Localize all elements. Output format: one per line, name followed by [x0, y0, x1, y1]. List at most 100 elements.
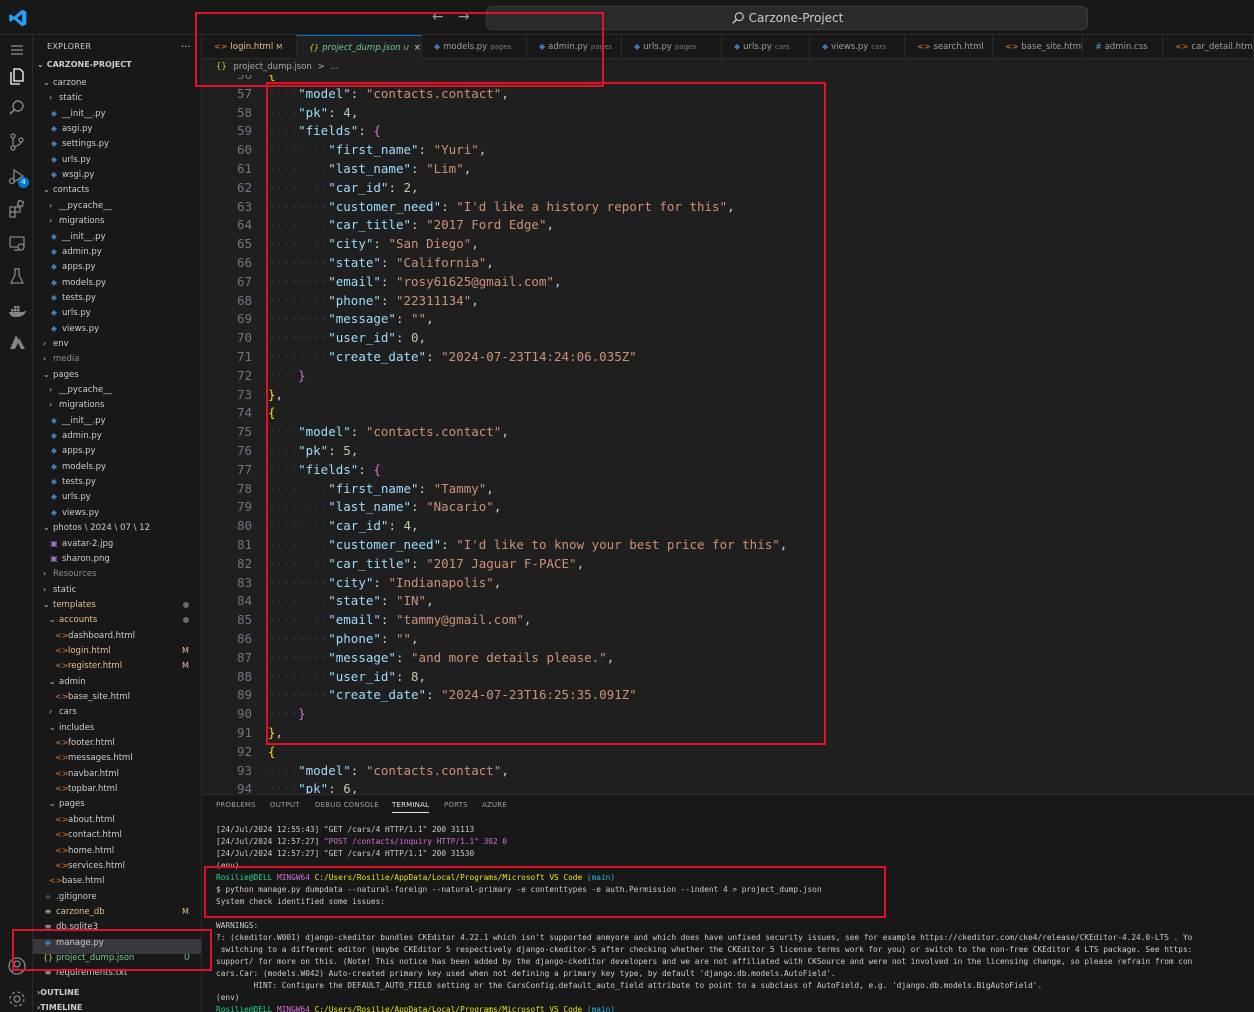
- breadcrumb[interactable]: {} project_dump.json > ...: [202, 59, 1254, 75]
- back-arrow-icon[interactable]: ←: [432, 9, 444, 25]
- tree-item[interactable]: ⌄ photos \ 2024 \ 07 \ 12: [43, 520, 150, 535]
- tree-item[interactable]: ◆ wsgi.py: [49, 167, 94, 182]
- tree-item[interactable]: ◈ .gitignore: [43, 889, 97, 904]
- tree-item[interactable]: <>about.html: [55, 812, 115, 827]
- command-center-search[interactable]: Carzone-Project: [486, 6, 1088, 30]
- tree-item[interactable]: › Resources: [43, 566, 96, 581]
- editor-tab[interactable]: ◆ admin.py pages: [527, 35, 622, 59]
- tree-item[interactable]: ◆ urls.py: [49, 152, 91, 167]
- tree-item[interactable]: › media: [43, 351, 79, 366]
- tree-item[interactable]: ◆ admin.py: [49, 428, 102, 443]
- source-control-icon[interactable]: [6, 131, 28, 153]
- tree-item[interactable]: ◆ urls.py: [49, 305, 91, 320]
- editor-tab[interactable]: <> login.html M: [202, 35, 297, 59]
- timeline-section[interactable]: ›TIMELINE: [37, 1003, 82, 1012]
- tree-item[interactable]: <>home.html: [55, 843, 114, 858]
- accounts-icon[interactable]: [6, 955, 28, 977]
- docker-icon[interactable]: [6, 299, 28, 321]
- tree-item[interactable]: ◆ __init__.py: [49, 413, 106, 428]
- code-editor[interactable]: 56 {57 ····"model": "contacts.contact", 58 ·…: [202, 75, 1254, 794]
- tree-item[interactable]: <>dashboard.html: [55, 628, 135, 643]
- breadcrumb-file[interactable]: project_dump.json: [234, 62, 312, 72]
- panel-tab[interactable]: AZURE: [482, 801, 507, 809]
- editor-tab[interactable]: ◆ urls.py cars: [722, 35, 810, 59]
- menu-icon[interactable]: [6, 39, 28, 61]
- tree-item[interactable]: ◆ tests.py: [49, 290, 96, 305]
- tree-item[interactable]: ⌄ includes: [49, 720, 94, 735]
- project-section-header[interactable]: ⌄ CARZONE-PROJECT: [37, 60, 132, 69]
- panel-tab[interactable]: PROBLEMS: [216, 801, 256, 809]
- tree-item[interactable]: ◆ models.py: [49, 459, 106, 474]
- extensions-icon[interactable]: [6, 198, 28, 220]
- editor-tab[interactable]: # admin.css: [1083, 35, 1163, 59]
- azure-icon[interactable]: [6, 331, 28, 353]
- tree-item[interactable]: ≡ requirements.txt: [43, 965, 128, 980]
- tree-item[interactable]: ◆ __init__.py: [49, 106, 106, 121]
- tree-item[interactable]: ◆ admin.py: [49, 244, 102, 259]
- tree-item[interactable]: ≡ db.sqlite3: [43, 919, 98, 934]
- run-debug-icon[interactable]: [6, 165, 28, 187]
- tree-item[interactable]: › cars: [49, 704, 77, 719]
- editor-tab[interactable]: <> search.html: [905, 35, 993, 59]
- panel-tab[interactable]: TERMINAL: [392, 801, 430, 813]
- explorer-files-icon[interactable]: [6, 65, 28, 87]
- tree-item[interactable]: ◆ settings.py: [49, 136, 109, 151]
- tree-item[interactable]: <>base_site.html: [55, 689, 130, 704]
- testing-flask-icon[interactable]: [6, 265, 28, 287]
- tree-item[interactable]: › migrations: [49, 213, 104, 228]
- tree-item[interactable]: ◆ views.py: [49, 505, 99, 520]
- tree-item[interactable]: ◆ asgi.py: [49, 121, 93, 136]
- tree-item[interactable]: ⌄ pages: [43, 367, 79, 382]
- tree-item[interactable]: ◆ models.py: [49, 275, 106, 290]
- tree-item[interactable]: › __pycache__: [49, 198, 112, 213]
- tree-item[interactable]: ≡ carzone_db: [43, 904, 105, 919]
- tree-item[interactable]: ◆ apps.py: [49, 443, 96, 458]
- tree-item[interactable]: <>contact.html: [55, 827, 122, 842]
- tree-item[interactable]: ◆ apps.py: [49, 259, 96, 274]
- tree-item[interactable]: › static: [49, 90, 82, 105]
- editor-tab[interactable]: ◆ urls.py pages: [622, 35, 722, 59]
- tree-item[interactable]: ◆ __init__.py: [49, 229, 106, 244]
- tree-item[interactable]: ⌄ templates: [43, 597, 96, 612]
- tree-item[interactable]: ⌄ carzone: [43, 75, 87, 90]
- tree-item[interactable]: › static: [43, 582, 76, 597]
- tree-item[interactable]: ▣ avatar-2.jpg: [49, 536, 113, 551]
- editor-tab[interactable]: {} project_dump.json U ×: [297, 35, 422, 59]
- close-icon[interactable]: ×: [414, 43, 421, 53]
- tree-item[interactable]: ◆ manage.py: [43, 935, 104, 950]
- tree-item[interactable]: <>navbar.html: [55, 766, 119, 781]
- tree-item[interactable]: <>footer.html: [55, 735, 115, 750]
- tree-item[interactable]: ⌄ pages: [49, 796, 85, 811]
- tree-item[interactable]: ◆ views.py: [49, 321, 99, 336]
- tree-item[interactable]: <>messages.html: [55, 750, 133, 765]
- remote-explorer-icon[interactable]: [6, 232, 28, 254]
- editor-tab[interactable]: ◆ models.py pages: [422, 35, 527, 59]
- panel-tab[interactable]: DEBUG CONSOLE: [315, 801, 379, 809]
- tree-item[interactable]: › env: [43, 336, 69, 351]
- tree-item[interactable]: ◆ urls.py: [49, 489, 91, 504]
- tree-item[interactable]: › migrations: [49, 397, 104, 412]
- forward-arrow-icon[interactable]: →: [458, 9, 470, 25]
- more-actions-icon[interactable]: ...: [181, 39, 191, 50]
- tree-item[interactable]: <>login.html: [55, 643, 111, 658]
- tree-item[interactable]: ◆ tests.py: [49, 474, 96, 489]
- editor-tab[interactable]: <> base_site.html: [993, 35, 1083, 59]
- outline-section[interactable]: ›OUTLINE: [37, 988, 79, 997]
- editor-tab[interactable]: <> car_detail.htm: [1163, 35, 1254, 59]
- tree-item[interactable]: ⌄ accounts: [49, 612, 97, 627]
- tree-item[interactable]: <>topbar.html: [55, 781, 117, 796]
- breadcrumb-rest[interactable]: ...: [330, 62, 338, 72]
- tree-item[interactable]: <>services.html: [55, 858, 125, 873]
- editor-tab[interactable]: ◆ views.py cars: [810, 35, 905, 59]
- tree-item[interactable]: {} project_dump.json: [43, 950, 134, 965]
- tree-item[interactable]: ▣ sharon.png: [49, 551, 110, 566]
- panel-tab[interactable]: OUTPUT: [270, 801, 300, 809]
- search-icon[interactable]: [6, 97, 28, 119]
- settings-gear-icon[interactable]: [6, 988, 28, 1010]
- tree-item[interactable]: › __pycache__: [49, 382, 112, 397]
- tree-item[interactable]: <>register.html: [55, 658, 122, 673]
- tree-item[interactable]: <>base.html: [49, 873, 104, 888]
- panel-tab[interactable]: PORTS: [444, 801, 468, 809]
- tree-item[interactable]: ⌄ contacts: [43, 182, 89, 197]
- tree-item[interactable]: ⌄ admin: [49, 674, 86, 689]
